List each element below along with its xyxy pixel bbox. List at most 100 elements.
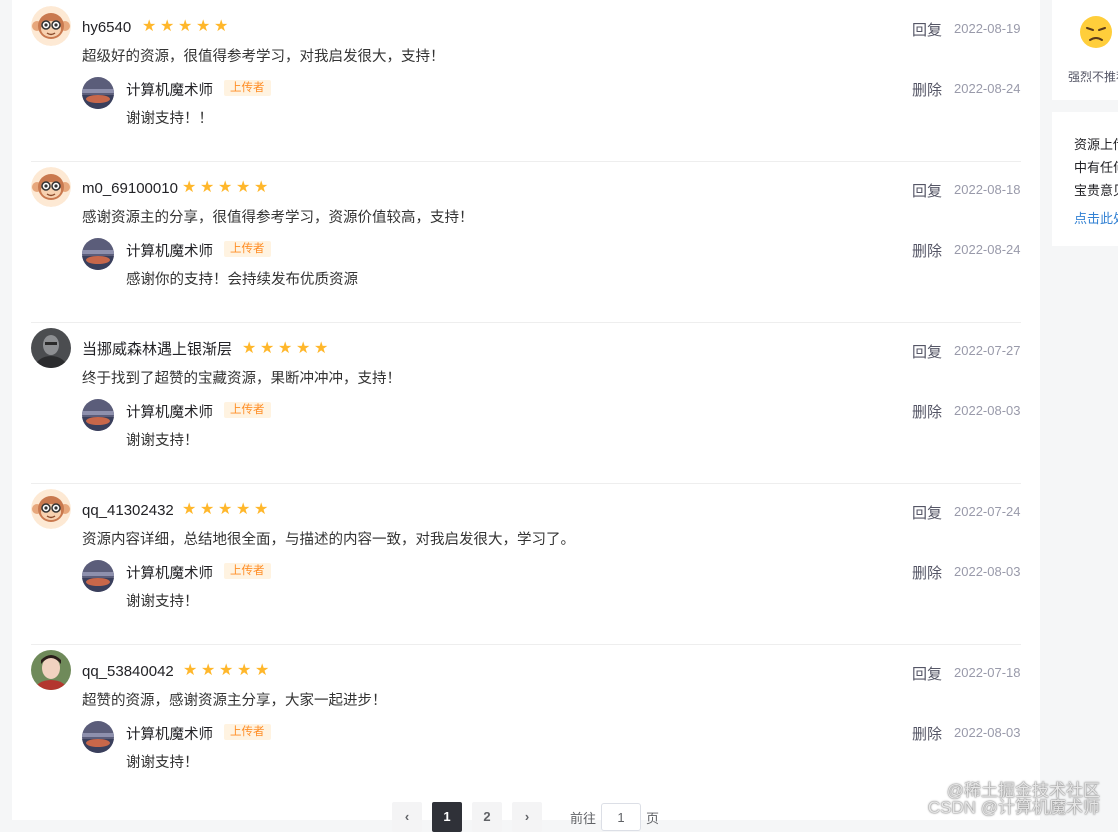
comment-username[interactable]: 当挪威森林遇上银渐层 [82,341,232,359]
reply-username[interactable]: 计算机魔术师 [126,562,213,583]
comment-username[interactable]: qq_53840042 [82,663,174,681]
next-page-button[interactable]: › [512,802,542,832]
comment-date: 2022-08-19 [954,21,1021,36]
avatar[interactable] [31,489,71,529]
uploader-badge: 上传者 [224,402,271,418]
reply-username[interactable]: 计算机魔术师 [126,401,213,422]
rating-sidebar-card: 强烈不推荐 [1052,0,1118,100]
goto-label: 前往 [570,810,597,826]
comment-username[interactable]: m0_69100010 [82,180,178,198]
reply-text: 谢谢支持！ [126,594,199,610]
uploader-badge: 上传者 [224,80,271,96]
reply-button[interactable]: 回复 [912,180,942,201]
star-icon: ★ [201,662,216,679]
star-icon: ★ [200,501,215,518]
reply-username[interactable]: 计算机魔术师 [126,79,213,100]
dark-avatar-icon [31,328,71,368]
page-suffix-label: 页 [646,810,660,826]
reply-date: 2022-08-03 [954,725,1021,740]
reply-date: 2022-08-03 [954,564,1021,579]
page-button-2[interactable]: 2 [472,802,502,832]
comment-item: 当挪威森林遇上银渐层 ★ ★ ★ ★ ★ 回复 2022-07-27 终于找到了超赞的宝… [31,322,1021,484]
angry-face-icon[interactable] [1078,13,1114,49]
monkey-avatar-icon [31,489,71,529]
reply-text: 谢谢支持！ [126,755,199,771]
comment-date: 2022-07-27 [954,343,1021,358]
reply-text: 谢谢支持！！ [126,111,213,127]
comment-date: 2022-07-18 [954,665,1021,680]
star-icon: ★ [196,18,211,35]
star-icon: ★ [160,18,175,35]
notice-line: 中有任何 [1074,160,1118,175]
prev-page-button[interactable]: ‹ [392,802,422,832]
uploader-avatar[interactable] [82,721,114,753]
avatar[interactable] [31,6,71,46]
star-icon: ★ [236,501,251,518]
uploader-badge: 上传者 [224,563,271,579]
uploader-avatar[interactable] [82,238,114,270]
uploader-avatar[interactable] [82,77,114,109]
goto-page-input[interactable] [601,803,642,831]
landscape-avatar-icon [82,77,114,109]
portrait-avatar-icon [31,650,71,690]
comment-item: qq_41302432 ★ ★ ★ ★ ★ 回复 2022-07-24 资源内容详细，总… [31,483,1021,645]
delete-button[interactable]: 删除 [912,240,942,261]
rating-label[interactable]: 强烈不推荐 [1068,68,1118,85]
star-icon: ★ [296,340,311,357]
comment-item: m0_69100010 ★ ★ ★ ★ ★ 回复 2022-08-18 感谢资源主的分享… [31,161,1021,323]
star-icon: ★ [254,501,269,518]
star-icon: ★ [219,662,234,679]
star-icon: ★ [254,179,269,196]
star-icon: ★ [255,662,270,679]
avatar[interactable] [31,650,71,690]
star-icon: ★ [178,18,193,35]
comment-item: hy6540 ★ ★ ★ ★ ★ 回复 2022-08-19 超级好的资源，很值得参考学… [31,0,1021,162]
reply-date: 2022-08-03 [954,403,1021,418]
reply-button[interactable]: 回复 [912,19,942,40]
monkey-avatar-icon [31,6,71,46]
reply-button[interactable]: 回复 [912,663,942,684]
landscape-avatar-icon [82,560,114,592]
delete-button[interactable]: 删除 [912,79,942,100]
avatar[interactable] [31,167,71,207]
uploader-avatar[interactable] [82,399,114,431]
star-icon: ★ [237,662,252,679]
star-icon: ★ [200,179,215,196]
star-icon: ★ [182,179,197,196]
notice-line: 宝贵意见 [1074,183,1118,198]
reply-username[interactable]: 计算机魔术师 [126,240,213,261]
page-button-1[interactable]: 1 [432,802,462,832]
star-icon: ★ [260,340,275,357]
reply-text: 感谢你的支持！会持续发布优质资源 [126,272,358,288]
star-icon: ★ [236,179,251,196]
notice-link[interactable]: 点击此处 [1074,208,1118,227]
star-icon: ★ [218,501,233,518]
reply-username[interactable]: 计算机魔术师 [126,723,213,744]
comment-text: 超级好的资源，很值得参考学习，对我启发很大，支持！ [82,49,445,65]
uploader-avatar[interactable] [82,560,114,592]
delete-button[interactable]: 删除 [912,401,942,422]
star-rating: ★ ★ ★ ★ ★ [242,341,329,357]
landscape-avatar-icon [82,721,114,753]
comment-text: 超赞的资源，感谢资源主分享，大家一起进步！ [82,693,387,709]
star-icon: ★ [214,18,229,35]
comment-username[interactable]: hy6540 [82,19,131,37]
landscape-avatar-icon [82,399,114,431]
comments-panel: hy6540 ★ ★ ★ ★ ★ 回复 2022-08-19 超级好的资源，很值得参考学… [12,0,1040,832]
star-rating: ★ ★ ★ ★ ★ [142,19,229,35]
star-icon: ★ [314,340,329,357]
comment-text: 终于找到了超赞的宝藏资源，果断冲冲冲，支持！ [82,371,401,387]
delete-button[interactable]: 删除 [912,723,942,744]
comment-text: 感谢资源主的分享，很值得参考学习，资源价值较高，支持！ [82,210,474,226]
star-icon: ★ [142,18,157,35]
uploader-badge: 上传者 [224,724,271,740]
delete-button[interactable]: 删除 [912,562,942,583]
reply-date: 2022-08-24 [954,81,1021,96]
star-icon: ★ [218,179,233,196]
reply-button[interactable]: 回复 [912,341,942,362]
pagination: ‹ 1 2 › 前往 页 [392,802,659,832]
avatar[interactable] [31,328,71,368]
comment-username[interactable]: qq_41302432 [82,502,174,520]
reply-button[interactable]: 回复 [912,502,942,523]
notice-sidebar-card: 资源上传 中有任何 宝贵意见 点击此处 [1052,112,1118,246]
